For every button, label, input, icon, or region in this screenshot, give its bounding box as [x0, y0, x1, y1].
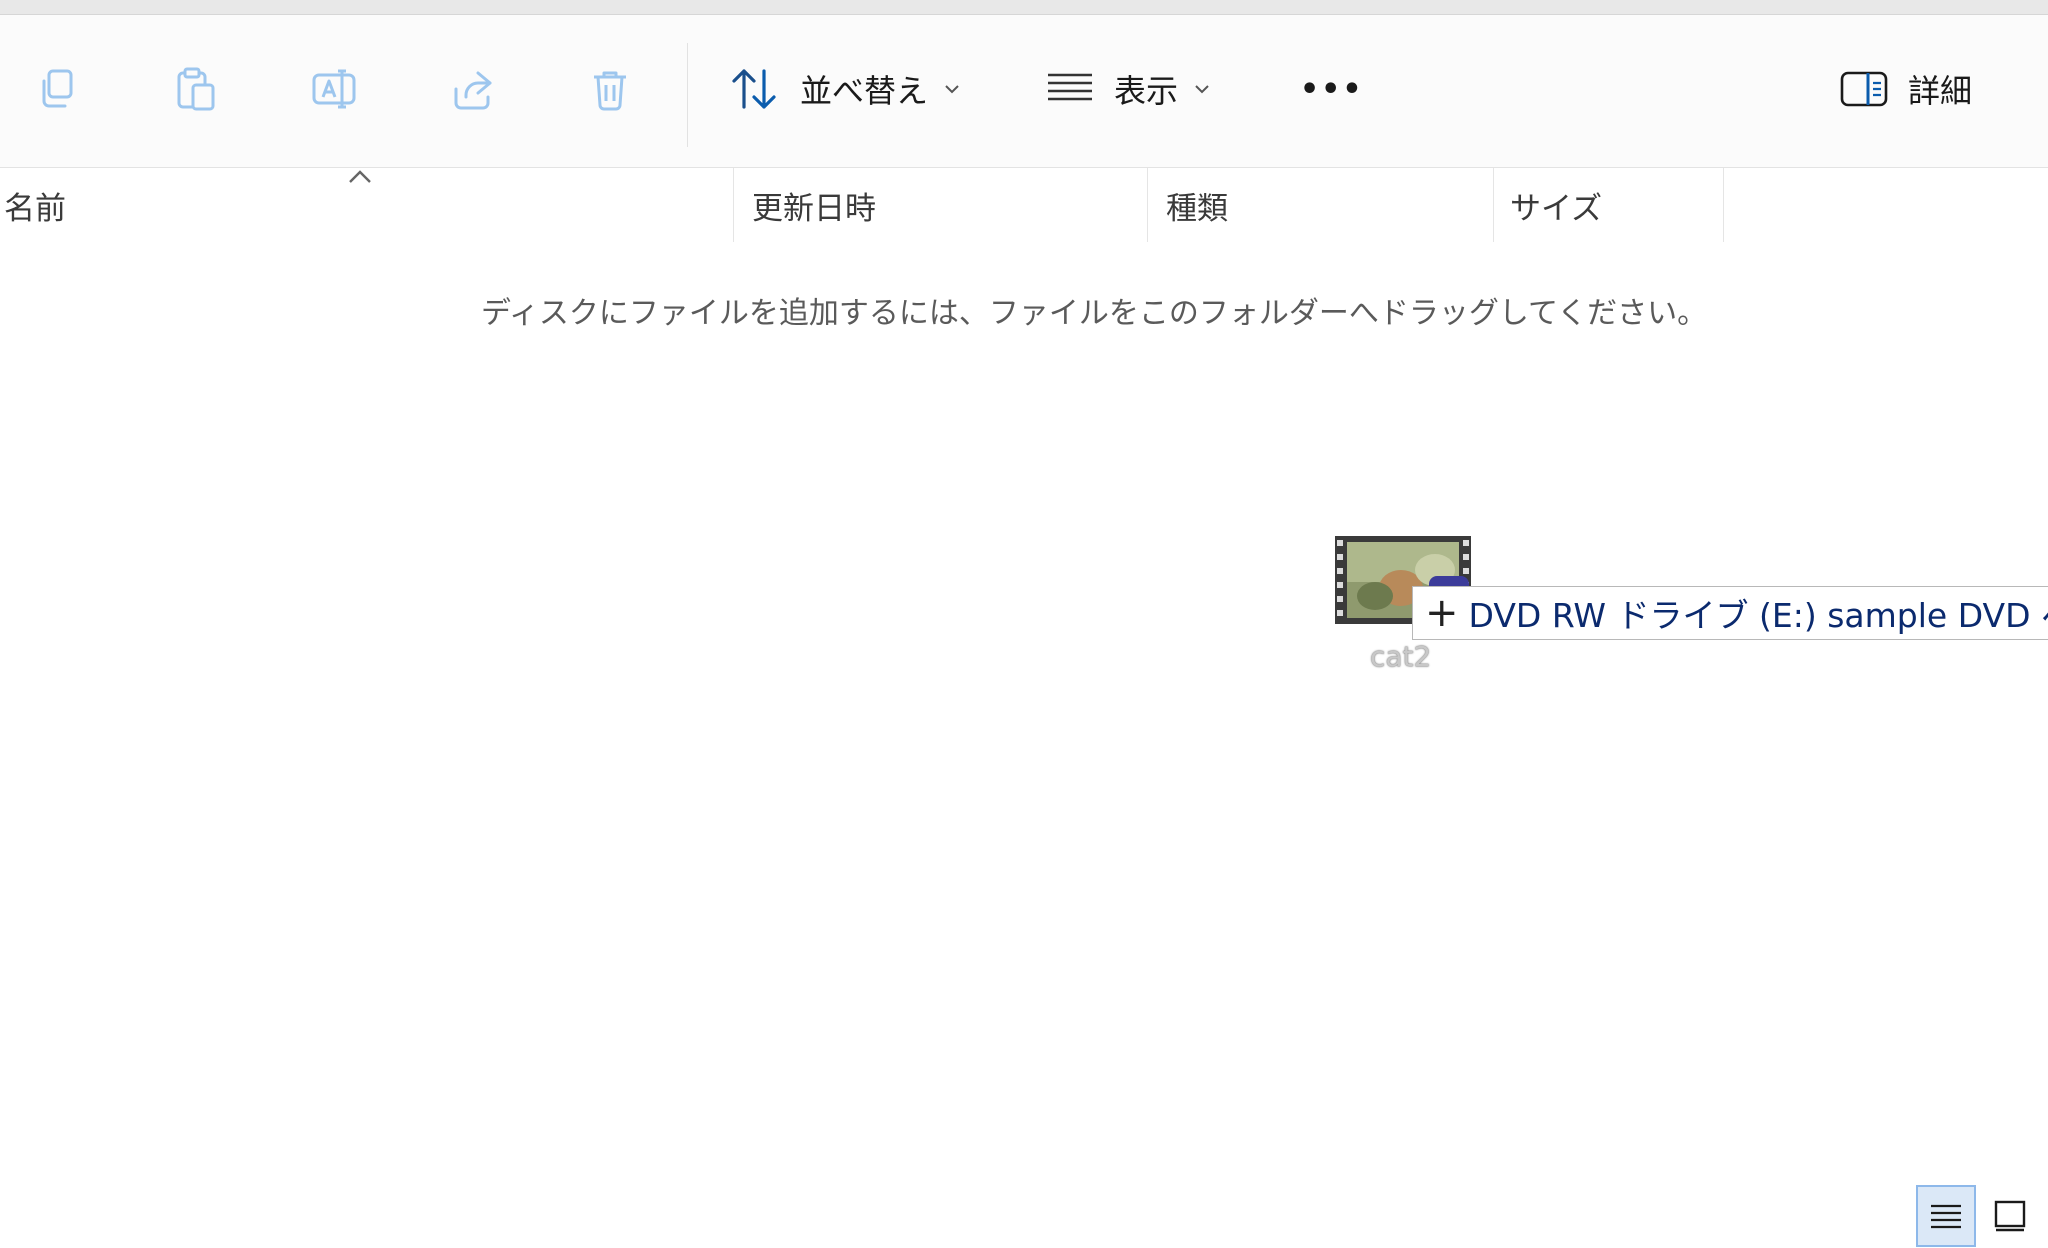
view-label: 表示 [1114, 72, 1179, 110]
rename-icon [312, 69, 356, 109]
more-label: ••• [1300, 71, 1364, 107]
column-header-type[interactable]: 種類 [1166, 168, 1492, 242]
column-header-size-label: サイズ [1510, 190, 1603, 227]
column-header-modified[interactable]: 更新日時 [752, 168, 1146, 242]
details-label: 詳細 [1908, 72, 1973, 110]
list-view-icon [1048, 73, 1092, 101]
column-separator[interactable] [733, 168, 734, 242]
share-icon [454, 71, 492, 110]
command-bar: 並べ替え 表示 ••• 詳細 [0, 15, 2048, 168]
delete-icon [594, 71, 626, 111]
column-header-row: 名前 更新日時 種類 サイズ [0, 168, 2048, 242]
details-pane-button[interactable]: 詳細 [1840, 59, 1972, 119]
plus-icon: + [1425, 590, 1459, 636]
chevron-down-icon [945, 85, 959, 94]
column-separator[interactable] [1493, 168, 1494, 242]
share-button[interactable] [442, 59, 502, 119]
column-header-name-label: 名前 [4, 190, 66, 227]
copy-icon [42, 69, 73, 108]
column-header-type-label: 種類 [1166, 190, 1228, 227]
drag-copy-tooltip: + DVD RW ドライブ (E:) sample DVD へコピ [1412, 586, 2048, 640]
large-icons-view-icon [1994, 1200, 2026, 1232]
drag-copy-tooltip-text: DVD RW ドライブ (E:) sample DVD へコピ [1468, 596, 2048, 635]
column-separator[interactable] [1147, 168, 1148, 242]
details-view-toggle[interactable] [1916, 1185, 1976, 1247]
empty-folder-message: ディスクにファイルを追加するには、ファイルをこのフォルダーへドラッグしてください… [481, 296, 1708, 331]
copy-button[interactable] [28, 59, 88, 119]
details-pane-icon [1840, 71, 1888, 107]
window-top-edge [0, 0, 2048, 15]
drag-file-name: cat2 [1370, 640, 1432, 673]
large-icons-view-toggle[interactable] [1980, 1185, 2040, 1247]
column-header-size[interactable]: サイズ [1510, 168, 1722, 242]
column-header-modified-label: 更新日時 [752, 190, 876, 227]
view-menu-button[interactable]: 表示 [1046, 59, 1210, 119]
paste-icon [177, 67, 215, 111]
more-options-button[interactable]: ••• [1300, 59, 1364, 119]
details-view-icon [1931, 1204, 1961, 1229]
chevron-down-icon [1195, 85, 1209, 94]
sort-ascending-icon [349, 170, 371, 183]
column-separator[interactable] [1723, 168, 1724, 242]
sort-menu-button[interactable]: 並べ替え [730, 59, 960, 119]
sort-icon [732, 69, 776, 109]
paste-button[interactable] [166, 59, 226, 119]
delete-button[interactable] [580, 59, 640, 119]
toolbar-divider [687, 43, 688, 147]
rename-button[interactable] [304, 59, 364, 119]
sort-label: 並べ替え [800, 72, 929, 110]
